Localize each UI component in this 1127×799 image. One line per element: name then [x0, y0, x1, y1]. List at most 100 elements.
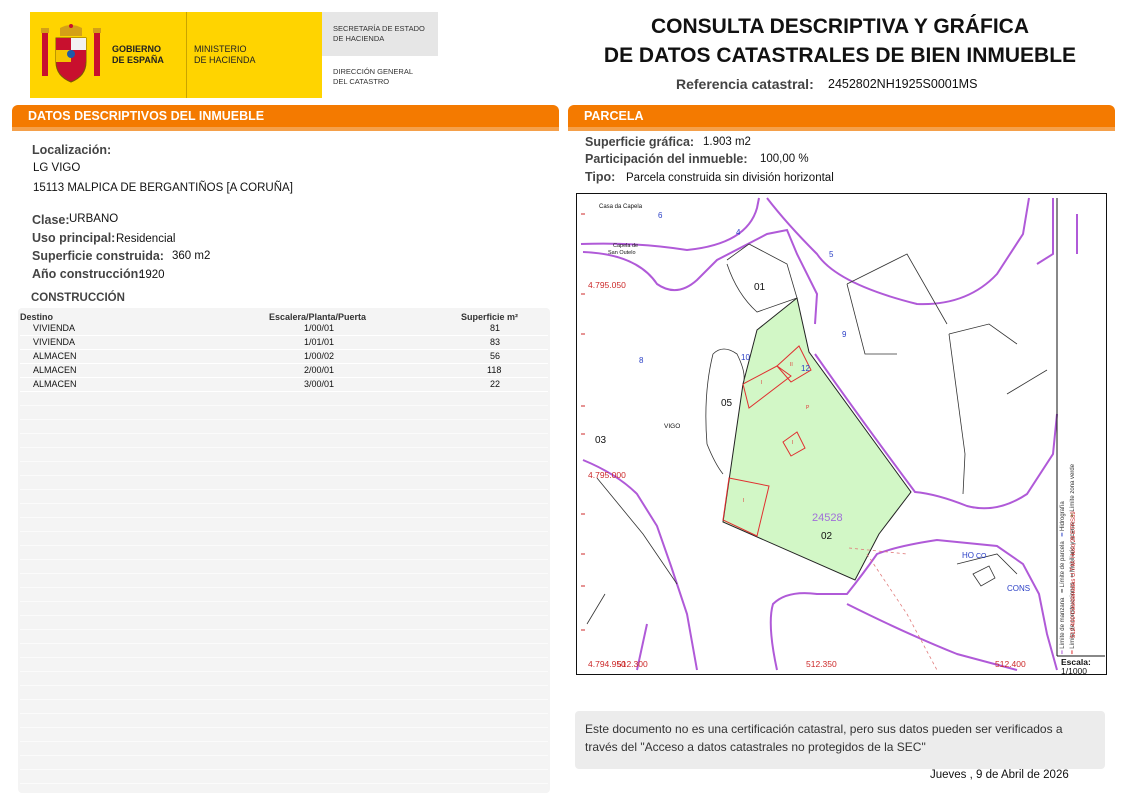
- map-label-ho: HO: [962, 551, 974, 560]
- map-num-5: 5: [829, 250, 834, 259]
- direccion-text: DIRECCIÓN GENERAL DEL CATASTRO: [333, 67, 414, 86]
- dashed-limit: [866, 553, 938, 671]
- title-line-1: CONSULTA DESCRIPTIVA Y GRÁFICA: [650, 15, 1030, 38]
- table-empty-row: [20, 392, 548, 406]
- table-empty-row: [20, 742, 548, 756]
- col-superficie: Superficie m²: [461, 312, 519, 322]
- cadastral-map[interactable]: Casa da Capela Capela de San Outelo 4.79…: [576, 193, 1107, 676]
- table-empty-row: [20, 406, 548, 420]
- legend-coordinates: 512.400 Coordenadas U.T.M. Huso 29 ETRS8…: [1071, 511, 1077, 638]
- anio-value: 1920: [139, 269, 165, 281]
- secretaria-text: SECRETARÍA DE ESTADO DE HACIENDA: [333, 24, 425, 43]
- table-empty-row: [20, 630, 548, 644]
- map-label-05: 05: [721, 398, 733, 409]
- escala-value: 1/1000: [1061, 666, 1087, 676]
- secretaria-block: SECRETARÍA DE ESTADO DE HACIENDA: [322, 12, 438, 56]
- ref-catastral-label: Referencia catastral:: [676, 76, 814, 92]
- construccion-title: CONSTRUCCIÓN: [31, 292, 125, 304]
- table-empty-row: [20, 588, 548, 602]
- legend-col-1: ━ Límite de manzana ━ Límite de parcela …: [1060, 501, 1066, 654]
- coord-x-1: 512.300: [617, 659, 648, 669]
- logo-divider: [186, 12, 187, 98]
- table-empty-row: [20, 504, 548, 518]
- superficie-value: 360 m2: [172, 250, 211, 262]
- localizacion-line-2: 15113 MALPICA DE BERGANTIÑOS [A CORUÑA]: [33, 182, 293, 194]
- legend-hidrografia: Hidrografía: [1060, 501, 1066, 532]
- row-superficie: 83: [490, 337, 501, 347]
- table-empty-row: [20, 462, 548, 476]
- map-legend: ━ Límite de manzana ━ Límite de parcela …: [1059, 198, 1105, 654]
- disclaimer-text: Este documento no es una certificación c…: [585, 722, 1063, 754]
- participacion-value: 100,00 %: [760, 153, 809, 165]
- sup-grafica-label: Superficie gráfica:: [585, 135, 695, 149]
- tipo-label: Tipo:: [585, 170, 616, 184]
- datos-section-rule: [12, 127, 559, 131]
- coord-y-2: 4.795.000: [588, 470, 626, 480]
- sup-grafica-value: 1.903 m2: [703, 136, 751, 148]
- table-row: VIVIENDA 1/01/01 83: [20, 336, 548, 350]
- parcela-section-rule: [568, 127, 1115, 131]
- row-planta: 2/00/01: [304, 365, 335, 375]
- disclaimer-box: Este documento no es una certificación c…: [575, 711, 1105, 769]
- map-drawing: [580, 197, 1105, 671]
- ref-catastral-value: 2452802NH1925S0001MS: [828, 77, 978, 91]
- table-empty-row: [20, 616, 548, 630]
- table-empty-row: [20, 756, 548, 770]
- construccion-table: Destino Escalera/Planta/Puerta Superfici…: [18, 308, 550, 793]
- document-date: Jueves , 9 de Abril de 2026: [930, 769, 1069, 781]
- map-num-12: 12: [801, 364, 810, 373]
- map-label-vigo: VIGO: [664, 423, 681, 430]
- parcela-section-title: PARCELA: [584, 109, 644, 123]
- map-label-capela-2: San Outelo: [608, 250, 636, 256]
- table-empty-row: [20, 490, 548, 504]
- row-destino: ALMACEN: [33, 365, 77, 375]
- table-empty-row: [20, 672, 548, 686]
- map-label-cons: CONS: [1007, 584, 1031, 593]
- table-empty-row: [20, 518, 548, 532]
- table-empty-row: [20, 770, 548, 784]
- map-label-01: 01: [754, 282, 766, 293]
- map-num-10: 10: [741, 353, 750, 362]
- uso-value: Residencial: [116, 233, 176, 245]
- clase-label: Clase:: [32, 213, 70, 227]
- table-empty-row: [20, 700, 548, 714]
- map-num-4: 4: [736, 228, 741, 237]
- row-destino: ALMACEN: [33, 351, 77, 361]
- coord-x-3: 512.400: [995, 659, 1026, 669]
- row-planta: 1/00/01: [304, 323, 335, 333]
- map-roman-2: II: [790, 362, 793, 368]
- row-superficie: 81: [490, 323, 501, 333]
- parcel-area: [722, 297, 912, 581]
- anio-label: Año construcción:: [32, 267, 143, 281]
- table-empty-row: [20, 658, 548, 672]
- coord-x-2: 512.350: [806, 659, 837, 669]
- row-planta: 1/00/02: [304, 351, 335, 361]
- row-destino: ALMACEN: [33, 379, 77, 389]
- map-label-03: 03: [595, 435, 607, 446]
- ministerio-text: MINISTERIO DE HACIENDA: [194, 44, 256, 65]
- superficie-label: Superficie construida:: [32, 249, 164, 263]
- uso-label: Uso principal:: [32, 231, 116, 245]
- map-num-6: 6: [658, 211, 663, 220]
- table-row: ALMACEN 2/00/01 118: [20, 364, 548, 378]
- coordinate-ticks: [581, 213, 585, 631]
- col-destino: Destino: [20, 312, 54, 322]
- col-planta: Escalera/Planta/Puerta: [269, 312, 367, 322]
- table-row: ALMACEN 1/00/02 56: [20, 350, 548, 364]
- gobierno-logo-block: GOBIERNO DE ESPAÑA MINISTERIO DE HACIEND…: [30, 12, 322, 98]
- table-empty-row: [20, 574, 548, 588]
- table-empty-row: [20, 434, 548, 448]
- coord-y-1: 4.795.050: [588, 280, 626, 290]
- table-empty-row: [20, 686, 548, 700]
- table-row: ALMACEN 3/00/01 22: [20, 378, 548, 392]
- map-roman-4: I: [743, 498, 745, 504]
- datos-section-header: DATOS DESCRIPTIVOS DEL INMUEBLE: [12, 105, 559, 127]
- map-label-casa: Casa da Capela: [599, 204, 643, 210]
- row-planta: 3/00/01: [304, 379, 335, 389]
- map-label-p: P: [806, 405, 810, 411]
- table-empty-row: [20, 532, 548, 546]
- participacion-label: Participación del inmueble:: [585, 152, 748, 166]
- row-superficie: 56: [490, 351, 501, 361]
- map-label-parcel-ref: 24528: [812, 512, 843, 524]
- row-destino: VIVIENDA: [33, 323, 76, 333]
